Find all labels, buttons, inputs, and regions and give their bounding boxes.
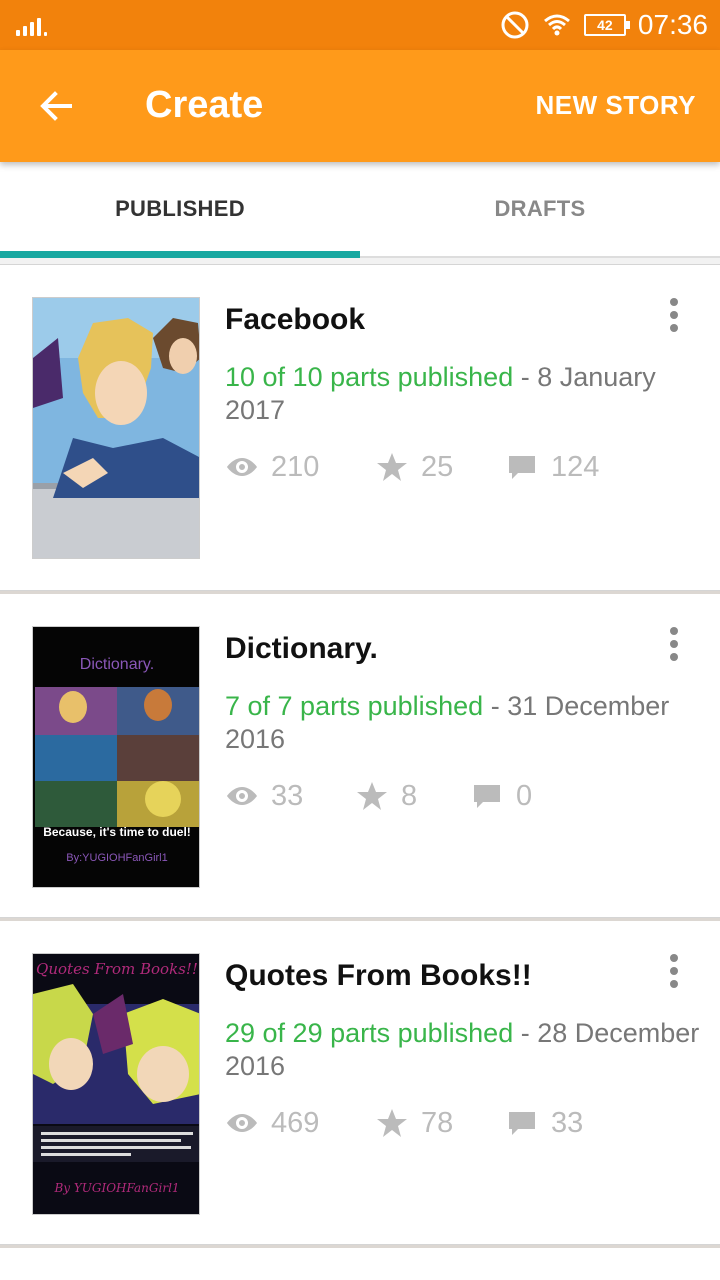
more-options-button[interactable] xyxy=(662,295,686,335)
story-cover-image[interactable]: Quotes From Books!! By YUGIOHFanGirl1 xyxy=(32,953,200,1215)
back-button[interactable] xyxy=(28,78,84,134)
story-item[interactable]: Dictionary. Because, it's time to duel! … xyxy=(0,591,720,918)
story-meta: 29 of 29 parts published - 28 December 2… xyxy=(225,1018,700,1081)
eye-icon xyxy=(227,787,257,805)
comments-stat: 124 xyxy=(505,450,599,484)
comments-stat: 0 xyxy=(470,779,532,813)
comment-icon xyxy=(509,456,535,479)
story-item[interactable]: Quotes From Books!! By YUGIOHFanGirl1 Qu… xyxy=(0,918,720,1245)
story-title[interactable]: Quotes From Books!! xyxy=(225,959,532,993)
parts-published: 10 of 10 parts published xyxy=(225,362,514,392)
tab-bar: PUBLISHED DRAFTS xyxy=(0,162,720,258)
signal-icon xyxy=(16,14,47,36)
cover-author-text: By:YUGIOHFanGirl1 xyxy=(66,852,167,864)
cover-caption-text: Because, it's time to duel! xyxy=(43,825,191,839)
comments-count: 0 xyxy=(516,779,533,812)
comments-count: 33 xyxy=(551,1106,584,1139)
votes-count: 8 xyxy=(401,779,418,812)
battery-icon: 42 xyxy=(583,14,630,36)
parts-published: 29 of 29 parts published xyxy=(225,1018,514,1048)
story-cover-image[interactable] xyxy=(32,297,200,559)
views-stat: 33 xyxy=(225,779,355,813)
tab-drafts[interactable]: DRAFTS xyxy=(360,162,720,256)
eye-icon xyxy=(227,1114,257,1132)
comment-icon xyxy=(474,785,500,808)
story-stats: 469 78 33 xyxy=(225,1103,583,1143)
do-not-disturb-icon xyxy=(501,11,529,39)
story-title[interactable]: Facebook xyxy=(225,303,365,337)
story-stats: 33 8 0 xyxy=(225,776,532,816)
story-stats: 210 25 124 xyxy=(225,447,599,487)
tab-published[interactable]: PUBLISHED xyxy=(0,162,360,258)
app-bar: Create NEW STORY xyxy=(0,50,720,162)
status-bar: 42 07:36 xyxy=(0,0,720,50)
views-stat: 210 xyxy=(225,450,375,484)
more-options-button[interactable] xyxy=(662,624,686,664)
cover-title-text: Dictionary. xyxy=(80,656,154,673)
views-count: 210 xyxy=(271,450,320,483)
story-list: Facebook 10 of 10 parts published - 8 Ja… xyxy=(0,264,720,1280)
story-meta: 7 of 7 parts published - 31 December 201… xyxy=(225,691,670,754)
story-item[interactable] xyxy=(0,1245,720,1280)
views-count: 469 xyxy=(271,1106,320,1139)
star-icon xyxy=(377,453,407,481)
cover-author-text: By YUGIOHFanGirl1 xyxy=(53,1181,179,1195)
arrow-back-icon xyxy=(40,91,72,121)
story-cover-image[interactable]: Dictionary. Because, it's time to duel! … xyxy=(32,626,200,888)
votes-stat: 8 xyxy=(355,779,470,813)
story-item[interactable]: Facebook 10 of 10 parts published - 8 Ja… xyxy=(0,264,720,591)
new-story-button[interactable]: NEW STORY xyxy=(535,90,696,121)
star-icon xyxy=(377,1109,407,1137)
eye-icon xyxy=(227,458,257,476)
votes-stat: 78 xyxy=(375,1106,505,1140)
votes-stat: 25 xyxy=(375,450,505,484)
views-count: 33 xyxy=(271,779,304,812)
votes-count: 78 xyxy=(421,1106,454,1139)
comments-count: 124 xyxy=(551,450,600,483)
status-time: 07:36 xyxy=(637,9,708,40)
page-title: Create xyxy=(145,84,264,126)
votes-count: 25 xyxy=(421,450,454,483)
parts-published: 7 of 7 parts published xyxy=(225,691,484,721)
battery-level: 42 xyxy=(597,17,613,33)
comment-icon xyxy=(509,1112,535,1135)
story-title[interactable]: Dictionary. xyxy=(225,632,378,666)
more-options-button[interactable] xyxy=(662,951,686,991)
wifi-icon xyxy=(543,14,570,36)
views-stat: 469 xyxy=(225,1106,375,1140)
cover-title-text: Quotes From Books!! xyxy=(36,960,198,978)
story-meta: 10 of 10 parts published - 8 January 201… xyxy=(225,362,656,425)
star-icon xyxy=(357,782,387,810)
comments-stat: 33 xyxy=(505,1106,583,1140)
